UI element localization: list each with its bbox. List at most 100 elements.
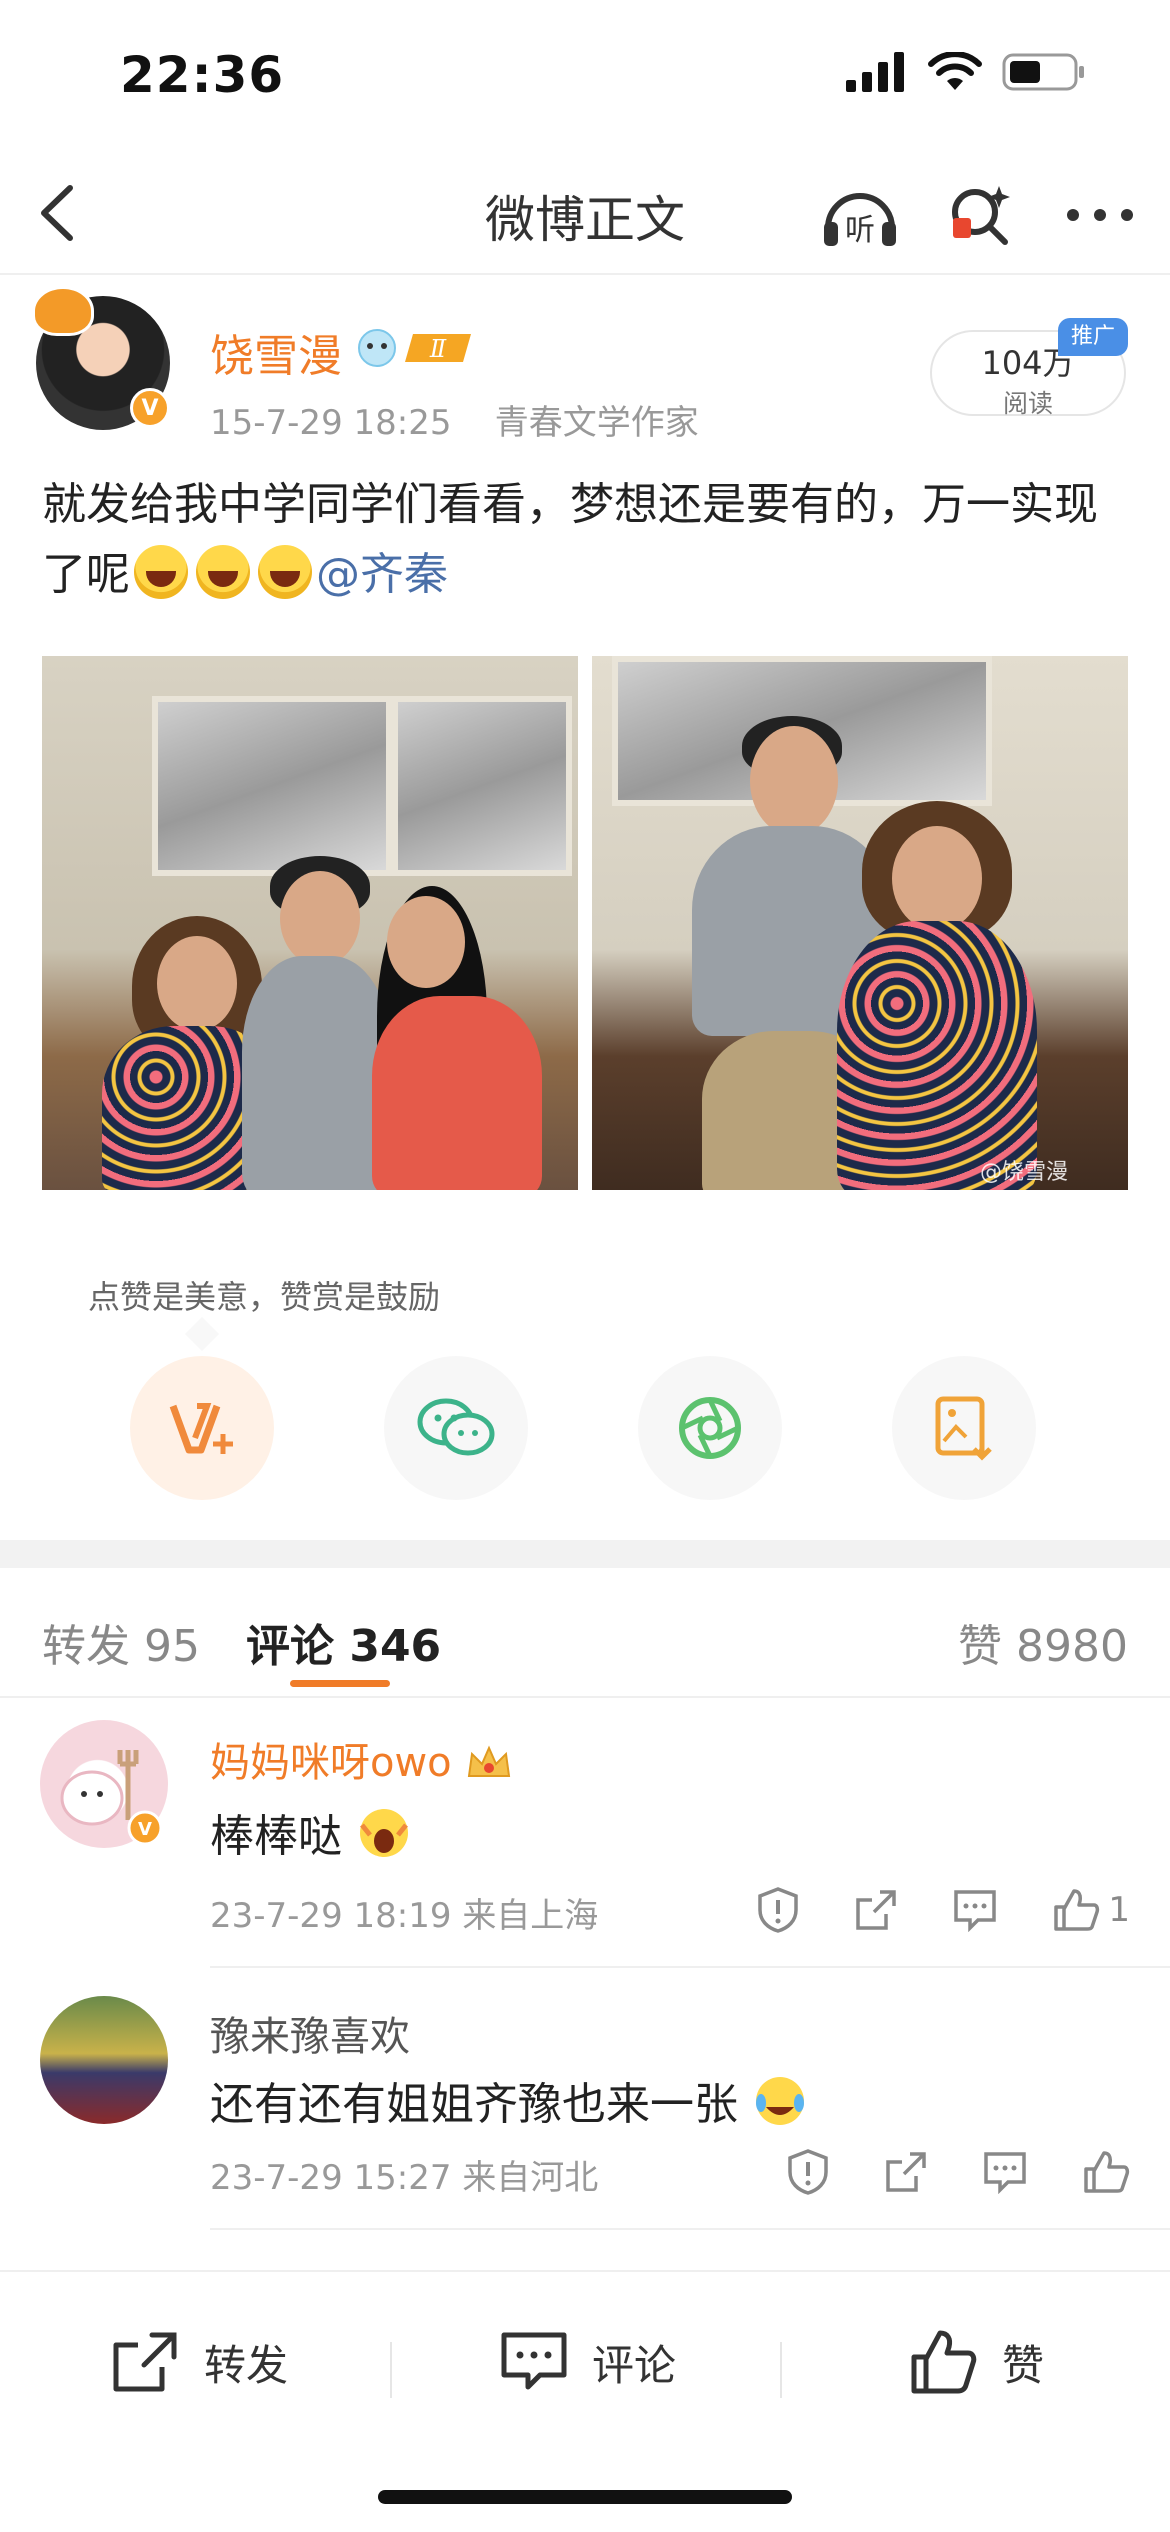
- person-head: [387, 896, 465, 988]
- camera-aperture-icon: [679, 1397, 741, 1459]
- reward-button[interactable]: [130, 1356, 274, 1500]
- tab-comments[interactable]: 评论 346: [246, 1610, 441, 1674]
- person-head: [280, 871, 360, 966]
- comment-text-content: 还有还有姐姐齐豫也来一张: [210, 2079, 738, 2130]
- person-figure: [242, 956, 392, 1190]
- painting-graphic: [392, 696, 572, 876]
- comment-item: 豫来豫喜欢 还有还有姐姐齐豫也来一张 23-7-29 15:27 来自河北: [0, 1988, 1170, 2248]
- comment-like-button[interactable]: [1082, 2149, 1130, 2195]
- nav-bar: 微博正文 听: [0, 150, 1170, 275]
- wechat-icon: [417, 1398, 495, 1456]
- bottom-like-label: 赞: [1002, 2340, 1045, 2390]
- svg-text:V: V: [138, 1819, 152, 1840]
- reward-v-plus-icon: [169, 1403, 233, 1454]
- bottom-comment-button[interactable]: 评论: [500, 2322, 676, 2402]
- status-bar: 22:36: [0, 0, 1170, 150]
- share-out-icon: [886, 2152, 926, 2192]
- comment-item: V 妈妈咪呀owo 棒棒哒 23-7-29 18:19 来自上海 1: [0, 1720, 1170, 1980]
- cartoon-avatar-icon: V: [60, 1750, 163, 1846]
- screaming-emoji-icon: [360, 1809, 408, 1857]
- comment-like-count: 1: [1108, 1890, 1130, 1930]
- tab-repost[interactable]: 转发 95: [42, 1610, 200, 1674]
- bottom-repost-label: 转发: [204, 2340, 289, 2390]
- mention-link[interactable]: @齐秦: [316, 549, 448, 600]
- comment-text-content: 棒棒哒: [210, 1811, 342, 1862]
- thumbs-up-icon: [1054, 1889, 1100, 1931]
- comment-date: 23-7-29 15:27: [210, 2158, 452, 2198]
- author-title: 青春文学作家: [494, 403, 699, 443]
- commenter-avatar[interactable]: V: [40, 1720, 168, 1848]
- post-date: 15-7-29 18:25: [210, 403, 452, 443]
- tab-repost-label: 转发: [42, 1621, 130, 1672]
- share-moments-button[interactable]: [638, 1356, 782, 1500]
- commenter-name[interactable]: 妈妈咪呀owo: [210, 1730, 514, 1788]
- ai-search-button[interactable]: [940, 175, 1020, 255]
- bottom-repost-button[interactable]: 转发: [110, 2322, 288, 2402]
- reply-button[interactable]: [982, 2150, 1028, 2194]
- battery-icon: [1002, 53, 1084, 91]
- comment-bubble-icon: [954, 1890, 997, 1932]
- author-badges: Ⅱ: [355, 328, 475, 368]
- tab-likes[interactable]: 赞 8980: [958, 1610, 1128, 1674]
- listen-button[interactable]: 听: [820, 175, 900, 255]
- more-button[interactable]: [1060, 175, 1140, 255]
- sparkle-search-icon: [952, 186, 1010, 245]
- promo-tag[interactable]: 推广: [1058, 318, 1128, 356]
- author-name[interactable]: 饶雪漫: [210, 320, 342, 384]
- bottom-divider: [390, 2342, 392, 2398]
- status-icons: [846, 52, 1086, 92]
- tears-of-joy-emoji-icon: [756, 2077, 804, 2125]
- tab-active-indicator: [290, 1680, 390, 1687]
- post-photo-1[interactable]: [42, 656, 578, 1190]
- laughing-emoji-icon: [196, 545, 250, 599]
- comment-text: 还有还有姐姐齐豫也来一张: [210, 2068, 808, 2132]
- commenter-name-text: 妈妈咪呀owo: [210, 1740, 452, 1786]
- listen-label: 听: [845, 213, 875, 248]
- tab-likes-count: 8980: [1016, 1621, 1128, 1672]
- comment-actions: 1: [756, 1886, 1130, 1934]
- post-text: 就发给我中学同学们看看，梦想还是要有的，万一实现了呢 @齐秦: [42, 470, 1132, 610]
- comment-bubble-icon: [501, 2332, 567, 2390]
- comment-like-button[interactable]: 1: [1052, 1887, 1130, 1933]
- person-figure: [372, 996, 542, 1190]
- bottom-divider: [780, 2342, 782, 2398]
- report-button[interactable]: [756, 1886, 800, 1934]
- report-button[interactable]: [786, 2148, 830, 2196]
- wifi-icon: [928, 52, 982, 90]
- share-wechat-button[interactable]: [384, 1356, 528, 1500]
- shield-alert-icon: [758, 1887, 799, 1933]
- tab-comments-label: 评论: [246, 1621, 334, 1672]
- person-figure: [837, 921, 1037, 1190]
- share-out-icon: [113, 2332, 177, 2392]
- comment-bubble-icon: [984, 2152, 1026, 2194]
- share-actions: [0, 1356, 1170, 1500]
- reply-button[interactable]: [952, 1888, 998, 1932]
- thumbs-up-icon: [911, 2330, 977, 2394]
- post-photo-2[interactable]: @饶雪漫: [592, 656, 1128, 1190]
- comment-divider: [210, 2228, 1170, 2230]
- repost-comment-button[interactable]: [854, 1888, 898, 1932]
- comment-location: 来自河北: [462, 2158, 599, 2198]
- commenter-avatar[interactable]: [40, 1996, 168, 2124]
- bottom-like-button[interactable]: 赞: [910, 2322, 1044, 2402]
- bottom-comment-label: 评论: [592, 2340, 677, 2390]
- author-avatar[interactable]: V: [32, 286, 170, 430]
- comment-text: 棒棒哒: [210, 1800, 412, 1864]
- save-image-button[interactable]: [892, 1356, 1036, 1500]
- read-label: 阅读: [1002, 389, 1053, 418]
- repost-comment-button[interactable]: [884, 2150, 928, 2194]
- mascot-badge-icon: [358, 329, 396, 367]
- comment-date: 23-7-29 18:19: [210, 1896, 452, 1936]
- laughing-emoji-icon: [258, 545, 312, 599]
- person-head: [750, 726, 838, 836]
- share-out-icon: [856, 1890, 897, 1930]
- tiger-ornament-icon: [32, 286, 94, 336]
- home-indicator: [378, 2490, 792, 2504]
- commenter-name[interactable]: 豫来豫喜欢: [210, 2004, 410, 2062]
- status-time: 22:36: [120, 46, 285, 104]
- level-badge-icon: Ⅱ: [405, 334, 471, 363]
- tab-likes-label: 赞: [958, 1621, 1003, 1672]
- post-meta: 15-7-29 18:25 青春文学作家: [210, 395, 699, 444]
- post-header: V 饶雪漫 Ⅱ 15-7-29 18:25 青春文学作家 104万 阅读 推广: [0, 286, 1170, 450]
- section-divider: [0, 1540, 1170, 1568]
